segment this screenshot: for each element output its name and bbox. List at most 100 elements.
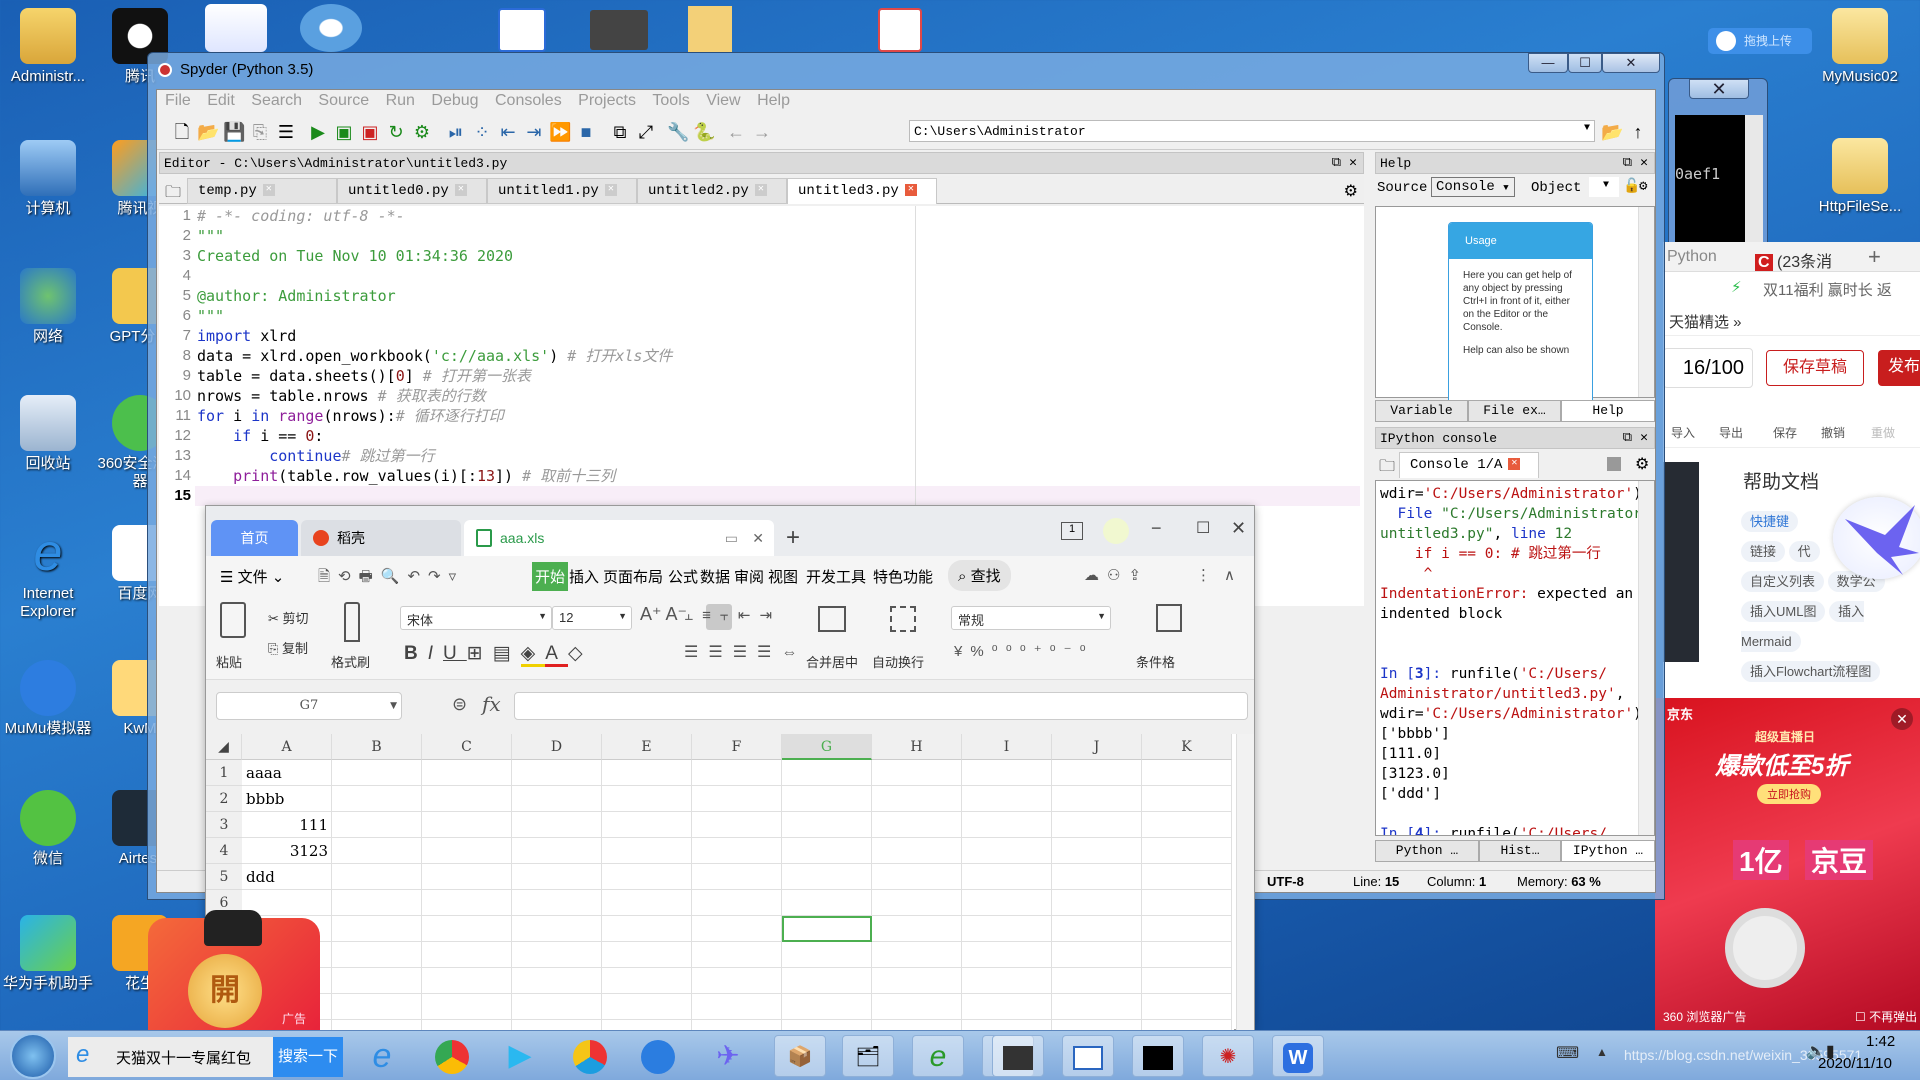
360-browser-taskbar-icon[interactable]: e	[912, 1035, 964, 1077]
close-tab-icon[interactable]: ✕	[262, 184, 275, 197]
feige-desktop-icon[interactable]	[205, 4, 267, 52]
desktop-icon-network[interactable]: 网络	[0, 268, 96, 346]
title-bar[interactable]: Spyder (Python 3.5)	[148, 53, 1664, 89]
close-tab-icon[interactable]: ✕	[604, 184, 617, 197]
more-icon[interactable]: ⋮	[1196, 566, 1211, 584]
table-cell[interactable]	[692, 942, 782, 968]
tab-console-1a[interactable]: Console 1/A ✕	[1399, 452, 1539, 478]
column-header[interactable]: J	[1052, 734, 1142, 760]
promo-bar[interactable]: ⚡ 双11福利 赢时长 返	[1663, 274, 1920, 304]
scrollbar[interactable]	[1638, 207, 1654, 397]
table-cell[interactable]	[602, 942, 692, 968]
code-line[interactable]: """	[197, 306, 1357, 326]
table-cell[interactable]	[962, 760, 1052, 786]
number-format-select[interactable]: 常规 ▼	[951, 606, 1111, 630]
table-cell[interactable]	[422, 968, 512, 994]
table-cell[interactable]	[422, 994, 512, 1020]
tab-home[interactable]: 首页	[211, 520, 298, 556]
code-line[interactable]: for i in range(nrows):# 循环逐行打印	[197, 406, 1357, 426]
menu-home[interactable]: 开始	[532, 562, 569, 591]
app-window-taskbar-icon[interactable]	[1062, 1035, 1114, 1077]
new-tab-button[interactable]: +	[786, 524, 800, 552]
rerun-icon[interactable]: ↻	[385, 121, 407, 143]
help-tag[interactable]: 插入UML图	[1741, 601, 1826, 622]
table-cell[interactable]	[872, 786, 962, 812]
table-cell[interactable]	[692, 812, 782, 838]
lock-icon[interactable]: 🔓	[1623, 178, 1640, 195]
table-cell[interactable]	[602, 812, 692, 838]
table-cell[interactable]	[872, 994, 962, 1020]
table-cell[interactable]	[1142, 760, 1232, 786]
cut-button[interactable]: ✂ 剪切	[268, 608, 309, 627]
clock-date[interactable]: 2020/11/10	[1818, 1055, 1892, 1072]
stop-icon[interactable]: ■	[575, 121, 597, 143]
run-cell-advance-icon[interactable]: ▣	[359, 121, 381, 143]
table-cell[interactable]	[692, 916, 782, 942]
close-pane-icon[interactable]: ✕	[1640, 430, 1648, 445]
new-file-icon[interactable]: 🗋	[171, 121, 193, 143]
tab-docer[interactable]: 稻壳	[301, 520, 461, 556]
table-cell[interactable]	[1052, 838, 1142, 864]
cell-value[interactable]: 3123	[242, 838, 332, 864]
table-cell[interactable]	[332, 864, 422, 890]
publish-button[interactable]: 发布	[1878, 350, 1920, 386]
feige-bird-icon[interactable]	[1833, 497, 1920, 579]
table-cell[interactable]	[332, 786, 422, 812]
close-tab-icon[interactable]: ✕	[1508, 458, 1521, 471]
desktop-icon-administrator[interactable]: Administr...	[0, 8, 96, 86]
cloud-share-icons[interactable]: ☁⚇⇪	[1084, 566, 1149, 584]
minimize-button[interactable]: −	[1151, 518, 1162, 539]
terminal-taskbar-icon[interactable]	[1132, 1035, 1184, 1077]
undock-icon[interactable]: ⧉	[1623, 430, 1632, 445]
table-cell[interactable]	[962, 916, 1052, 942]
table-cell[interactable]	[332, 968, 422, 994]
save-all-icon[interactable]: ⎘	[249, 121, 271, 143]
step-return-icon[interactable]: ⇥	[523, 121, 545, 143]
table-cell[interactable]	[1052, 942, 1142, 968]
row-header[interactable]: 3	[206, 812, 242, 838]
code-line[interactable]: print(table.row_values(i)[:13]) # 取前十三列	[197, 466, 1357, 486]
code-line[interactable]: import xlrd	[197, 326, 1357, 346]
maximize-pane-icon[interactable]: ⧉	[609, 121, 631, 143]
selected-cell[interactable]	[782, 916, 872, 942]
menu-help[interactable]: Help	[757, 92, 790, 109]
column-header[interactable]: F	[692, 734, 782, 760]
close-button[interactable]: ✕	[1689, 79, 1749, 99]
table-cell[interactable]	[872, 838, 962, 864]
help-tag[interactable]: 插入Flowchart流程图	[1741, 661, 1881, 682]
word-doc-desktop-icon[interactable]	[498, 8, 546, 52]
help-options-gear-icon[interactable]: ⚙	[1639, 178, 1647, 195]
select-all-corner[interactable]: ◢	[206, 734, 242, 760]
column-header[interactable]: E	[602, 734, 692, 760]
menu-features[interactable]: 特色功能	[873, 566, 933, 587]
menu-source[interactable]: Source	[318, 92, 369, 109]
open-file-icon[interactable]: 📂	[197, 121, 219, 143]
table-cell[interactable]	[962, 812, 1052, 838]
vertical-align-buttons[interactable]: ⫠≡⫟⇤⇥	[684, 606, 781, 624]
save-icon[interactable]: 💾	[223, 121, 245, 143]
keyboard-icon[interactable]: ⌨	[1556, 1043, 1579, 1063]
merge-center-button[interactable]: 合并居中	[806, 652, 858, 671]
outline-icon[interactable]: ☰	[275, 121, 297, 143]
cell-value[interactable]: aaaa	[242, 760, 332, 786]
upload-widget[interactable]: 拖拽上传	[1708, 28, 1812, 54]
help-tag[interactable]: 代	[1788, 541, 1820, 562]
tab-history[interactable]: Hist…	[1479, 840, 1561, 862]
table-cell[interactable]	[602, 864, 692, 890]
red-packet-ad[interactable]: 開 广告	[148, 910, 320, 1030]
clock-time[interactable]: 1:42	[1866, 1033, 1895, 1050]
import-button[interactable]: 导入	[1671, 424, 1695, 441]
table-cell[interactable]	[692, 890, 782, 916]
column-header[interactable]: H	[872, 734, 962, 760]
table-cell[interactable]	[872, 864, 962, 890]
browse-tabs-icon[interactable]: 🗀	[165, 181, 181, 208]
font-size-increase-icon[interactable]: A⁺ A⁻	[640, 604, 687, 625]
table-cell[interactable]	[512, 760, 602, 786]
file-menu[interactable]: ☰ 文件 ⌄	[220, 566, 284, 587]
tab-variable-explorer[interactable]: Variable ex…	[1375, 400, 1468, 438]
tab-help[interactable]: Help	[1561, 400, 1655, 422]
taskbar-search-button[interactable]: 搜索一下	[273, 1037, 343, 1077]
fx-icon[interactable]: fx	[482, 692, 501, 716]
code-line[interactable]: data = xlrd.open_workbook('c://aaa.xls')…	[197, 346, 1357, 366]
table-cell[interactable]	[1052, 760, 1142, 786]
